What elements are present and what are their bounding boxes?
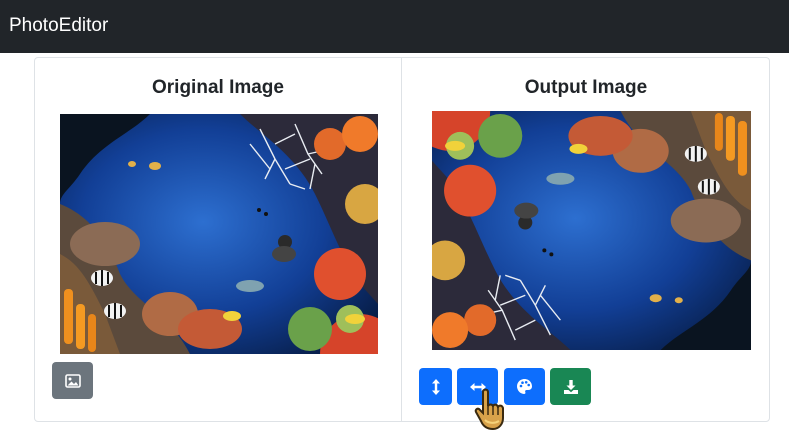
original-image-title: Original Image (152, 77, 284, 98)
download-button[interactable] (550, 368, 591, 405)
arrows-horizontal-icon (469, 382, 486, 391)
output-image (432, 111, 751, 350)
panel-divider (401, 58, 402, 421)
download-icon (563, 379, 578, 394)
navbar: PhotoEditor (0, 0, 789, 53)
palette-icon (517, 379, 532, 394)
color-palette-button[interactable] (504, 368, 545, 405)
select-image-button[interactable] (52, 362, 93, 399)
arrows-vertical-icon (431, 378, 440, 395)
brand-title[interactable]: PhotoEditor (9, 14, 108, 38)
flip-horizontal-button[interactable] (457, 368, 498, 405)
output-image-title: Output Image (524, 77, 648, 98)
original-image (60, 114, 378, 354)
editor-card: Original Image Output Image (34, 57, 770, 422)
image-icon (64, 373, 81, 388)
flip-vertical-button[interactable] (419, 368, 452, 405)
